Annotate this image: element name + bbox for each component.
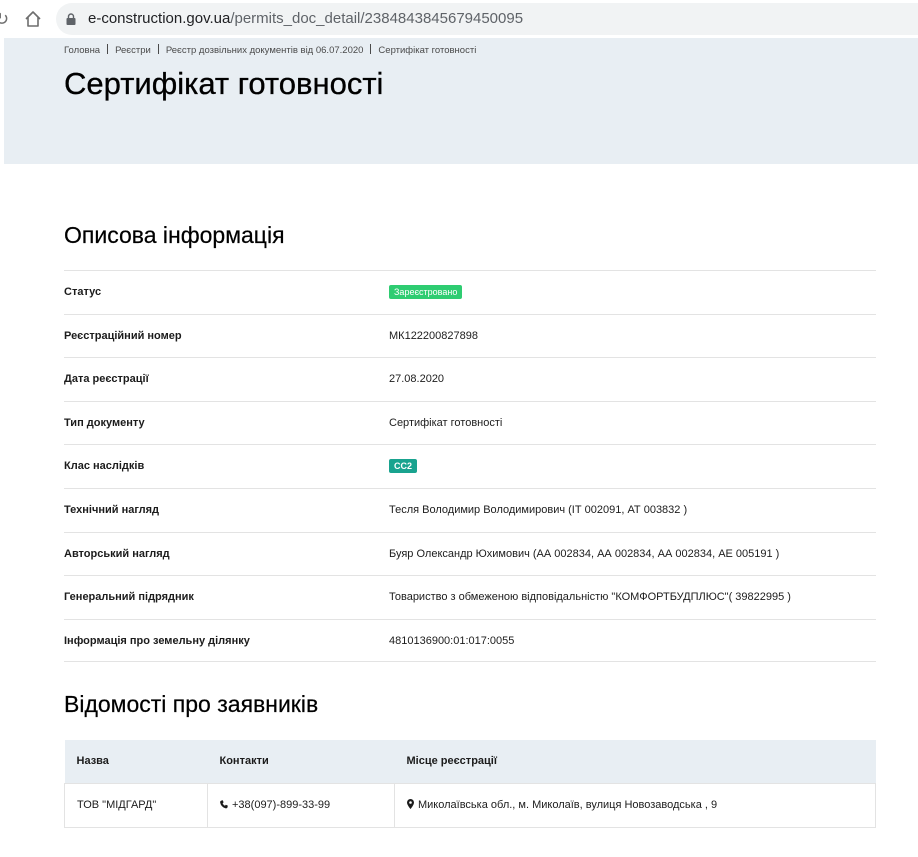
address-bar[interactable]: e-construction.gov.ua/permits_doc_detail… [56, 3, 918, 35]
breadcrumb-current: Сертифікат готовності [378, 45, 477, 56]
info-label: Дата реєстрації [64, 373, 149, 386]
table-row: ТОВ "МІДГАРД" +38(097)-899-33-99 Миколаї… [64, 782, 876, 828]
breadcrumb: Головна Реєстри Реєстр дозвільних документ… [64, 44, 476, 56]
info-value: Сертифікат готовності [389, 416, 503, 429]
info-label: Тип документу [64, 416, 145, 429]
info-row-status: Статус Зареєстровано [64, 270, 876, 314]
info-label: Статус [64, 286, 102, 298]
info-value: Товариство з обмеженою відповідальністю … [389, 591, 791, 604]
applicant-contacts: +38(097)-899-33-99 [207, 782, 395, 828]
info-value: 4810136900:01:017:0055 [389, 634, 515, 647]
applicants-section-title: Відомості про заявників [64, 691, 319, 717]
column-header-name: Назва [64, 740, 208, 783]
home-icon[interactable] [24, 10, 42, 28]
info-row-reg-date: Дата реєстрації 27.08.2020 [64, 357, 876, 401]
applicant-address: Миколаївська обл., м. Миколаїв, вулиця Н… [394, 782, 876, 828]
lock-icon [66, 13, 76, 25]
breadcrumb-registries[interactable]: Реєстри [115, 45, 151, 56]
info-label: Реєстраційний номер [64, 329, 182, 342]
column-header-contacts: Контакти [207, 740, 395, 783]
description-table: Статус Зареєстровано Реєстраційний номер… [64, 270, 876, 663]
url-host: e-construction.gov.ua [88, 10, 231, 27]
table-header-row: Назва Контакти Місце реєстрації [64, 740, 876, 783]
info-value: 27.08.2020 [389, 373, 445, 386]
info-label: Технічний нагляд [64, 503, 160, 516]
breadcrumb-home[interactable]: Головна [64, 45, 100, 56]
info-row-consequence-class: Клас наслідків СС2 [64, 444, 876, 488]
map-marker-icon [407, 799, 414, 809]
info-row-doc-type: Тип документу Сертифікат готовності [64, 400, 876, 445]
info-label: Інформація про земельну ділянку [64, 634, 250, 647]
applicant-phone[interactable]: +38(097)-899-33-99 [232, 799, 330, 811]
info-label: Клас наслідків [64, 460, 145, 473]
url-text[interactable]: e-construction.gov.ua/permits_doc_detail… [88, 10, 523, 27]
info-row-author-supervision: Авторський нагляд Буяр Олександр Юхимови… [64, 531, 876, 576]
info-row-technical-supervision: Технічний нагляд Тесля Володимир Володим… [64, 487, 876, 532]
breadcrumb-permits-registry[interactable]: Реєстр дозвільних документів від 06.07.2… [166, 45, 364, 56]
info-row-reg-number: Реєстраційний номер МК122200827898 [64, 313, 876, 358]
info-value: Зареєстровано [389, 271, 463, 314]
status-badge: Зареєстровано [389, 285, 463, 300]
applicants-table: Назва Контакти Місце реєстрації ТОВ "МІД… [64, 740, 876, 828]
info-row-land-plot: Інформація про земельну ділянку 48101369… [64, 618, 876, 663]
applicant-name: ТОВ "МІДГАРД" [64, 782, 208, 828]
phone-icon [220, 800, 228, 809]
info-value: Буяр Олександр Юхимович (АА 002834, АА 0… [389, 547, 780, 560]
browser-toolbar: ↻ e-construction.gov.ua/permits_doc_deta… [0, 0, 918, 38]
info-value: Тесля Володимир Володимирович (ІТ 002091… [389, 503, 688, 516]
reload-icon[interactable]: ↻ [0, 9, 9, 30]
column-header-registration: Місце реєстрації [394, 740, 876, 783]
description-section-title: Описова інформація [64, 222, 285, 248]
applicant-address-text: Миколаївська обл., м. Миколаїв, вулиця Н… [418, 799, 718, 811]
class-badge: СС2 [389, 459, 418, 474]
info-row-general-contractor: Генеральний підрядник Товариство з обмеж… [64, 575, 876, 619]
url-path: /permits_doc_detail/2384843845679450095 [230, 10, 524, 27]
info-value: МК122200827898 [389, 329, 478, 342]
info-value: СС2 [389, 445, 418, 488]
info-label: Авторський нагляд [64, 547, 170, 560]
info-label: Генеральний підрядник [64, 591, 194, 604]
page-header: Головна Реєстри Реєстр дозвільних документ… [4, 38, 918, 164]
page-title: Сертифікат готовності [64, 66, 384, 101]
